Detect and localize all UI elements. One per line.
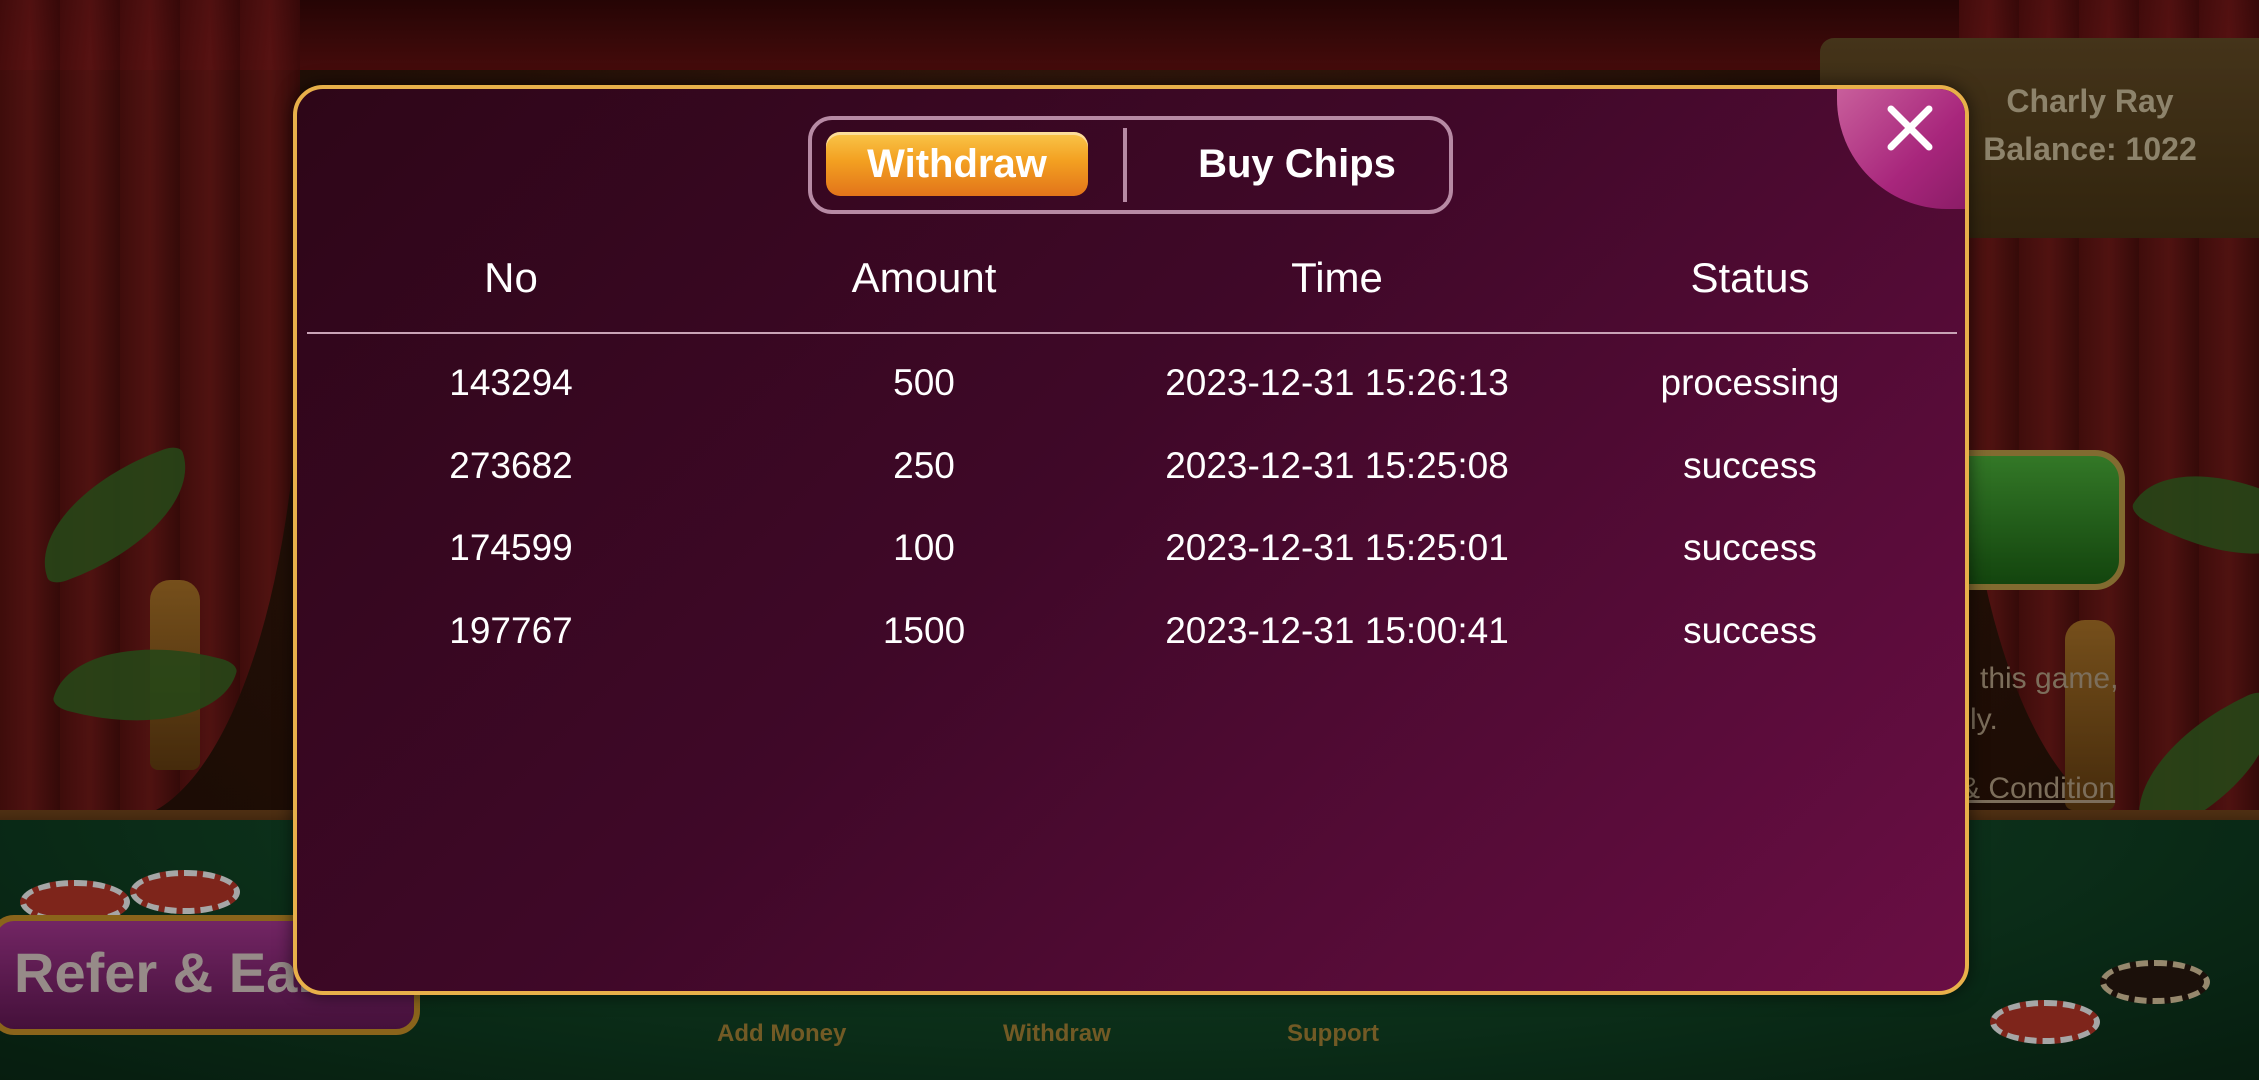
cell-no: 197767 — [449, 609, 573, 651]
close-button[interactable] — [1837, 89, 1965, 209]
cell-status: success — [1683, 609, 1817, 651]
close-icon — [1887, 105, 1933, 151]
column-header-amount: Amount — [851, 254, 997, 301]
transaction-history-modal: Withdraw Buy Chips No Amount Time Status… — [293, 85, 1969, 995]
table-row: 143294 500 2023-12-31 15:26:13 processin… — [307, 354, 1957, 437]
column-header-no: No — [484, 254, 538, 301]
cell-time: 2023-12-31 15:25:01 — [1165, 527, 1509, 568]
cell-amount: 500 — [893, 362, 955, 403]
column-header-status: Status — [1690, 254, 1810, 301]
tab-withdraw[interactable]: Withdraw — [826, 132, 1088, 196]
table-row: 197767 1500 2023-12-31 15:00:41 success — [307, 602, 1957, 685]
history-tab-group: Withdraw Buy Chips — [808, 116, 1453, 214]
cell-status: success — [1683, 527, 1817, 568]
header-divider — [307, 332, 1957, 334]
cell-time: 2023-12-31 15:26:13 — [1165, 362, 1509, 403]
cell-time: 2023-12-31 15:25:08 — [1165, 444, 1509, 486]
cell-amount: 1500 — [882, 609, 966, 651]
cell-amount: 250 — [893, 444, 955, 486]
cell-time: 2023-12-31 15:00:41 — [1165, 609, 1509, 651]
cell-no: 273682 — [449, 444, 573, 486]
tab-divider — [1123, 128, 1127, 202]
table-row: 174599 100 2023-12-31 15:25:01 success — [307, 519, 1957, 602]
transaction-list: 143294 500 2023-12-31 15:26:13 processin… — [307, 354, 1957, 684]
cell-amount: 100 — [893, 527, 955, 568]
cell-status: success — [1683, 444, 1817, 486]
table-header: No Amount Time Status — [307, 254, 1957, 334]
table-row: 273682 250 2023-12-31 15:25:08 success — [307, 437, 1957, 520]
cell-status: processing — [1660, 362, 1840, 403]
column-header-time: Time — [1291, 254, 1383, 301]
cell-no: 143294 — [449, 362, 573, 403]
tab-buy-chips[interactable]: Buy Chips — [1162, 132, 1432, 196]
cell-no: 174599 — [449, 527, 573, 568]
